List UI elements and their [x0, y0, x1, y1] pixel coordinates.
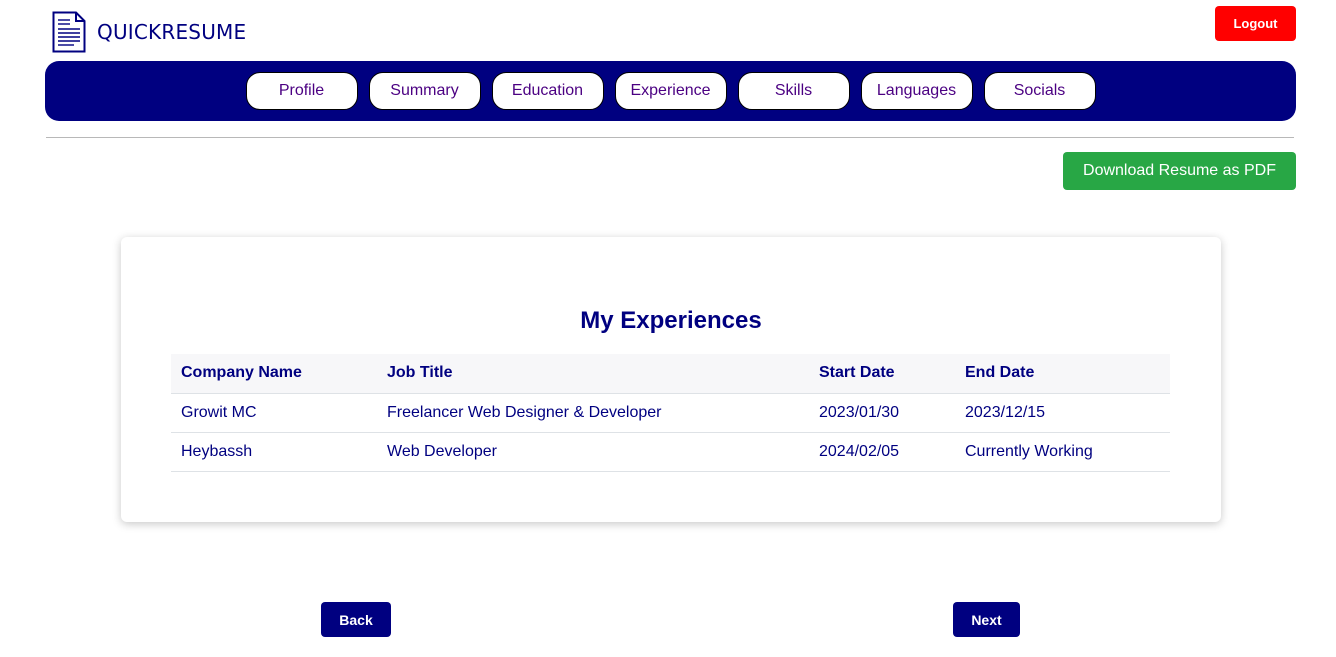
table-header-row: Company Name Job Title Start Date End Da…	[171, 354, 1170, 394]
brand-name: QUICKRESUME	[97, 20, 247, 44]
brand-logo[interactable]: QUICKRESUME	[52, 11, 246, 53]
header-divider	[46, 137, 1294, 138]
job-title-cell: Freelancer Web Designer & Developer	[377, 393, 809, 433]
experiences-card: My Experiences Company Name Job Title St…	[121, 237, 1221, 522]
nav-languages[interactable]: Languages	[860, 72, 973, 110]
start-date-cell: 2023/01/30	[809, 393, 955, 433]
nav-profile[interactable]: Profile	[245, 72, 358, 110]
experiences-title: My Experiences	[580, 307, 762, 334]
column-header-end-date: End Date	[955, 354, 1170, 394]
end-date-cell: 2023/12/15	[955, 393, 1170, 433]
end-date-cell: Currently Working	[955, 432, 1170, 472]
column-header-start-date: Start Date	[809, 354, 955, 394]
nav-experience[interactable]: Experience	[614, 72, 727, 110]
back-button[interactable]: Back	[321, 602, 391, 637]
start-date-cell: 2024/02/05	[809, 432, 955, 472]
next-button[interactable]: Next	[953, 602, 1020, 637]
logout-button[interactable]: Logout	[1215, 6, 1296, 41]
nav-education[interactable]: Education	[491, 72, 604, 110]
table-row: Growit MC Freelancer Web Designer & Deve…	[171, 393, 1170, 433]
column-header-job-title: Job Title	[377, 354, 809, 394]
section-nav: Profile Summary Education Experience Ski…	[45, 61, 1296, 121]
column-header-company: Company Name	[171, 354, 377, 394]
nav-skills[interactable]: Skills	[737, 72, 850, 110]
nav-socials[interactable]: Socials	[983, 72, 1096, 110]
experiences-table: Company Name Job Title Start Date End Da…	[171, 354, 1170, 472]
nav-summary[interactable]: Summary	[368, 72, 481, 110]
table-row: Heybassh Web Developer 2024/02/05 Curren…	[171, 432, 1170, 472]
download-pdf-button[interactable]: Download Resume as PDF	[1063, 152, 1296, 190]
job-title-cell: Web Developer	[377, 432, 809, 472]
resume-document-icon	[52, 11, 86, 53]
company-cell: Growit MC	[171, 393, 377, 433]
company-cell: Heybassh	[171, 432, 377, 472]
